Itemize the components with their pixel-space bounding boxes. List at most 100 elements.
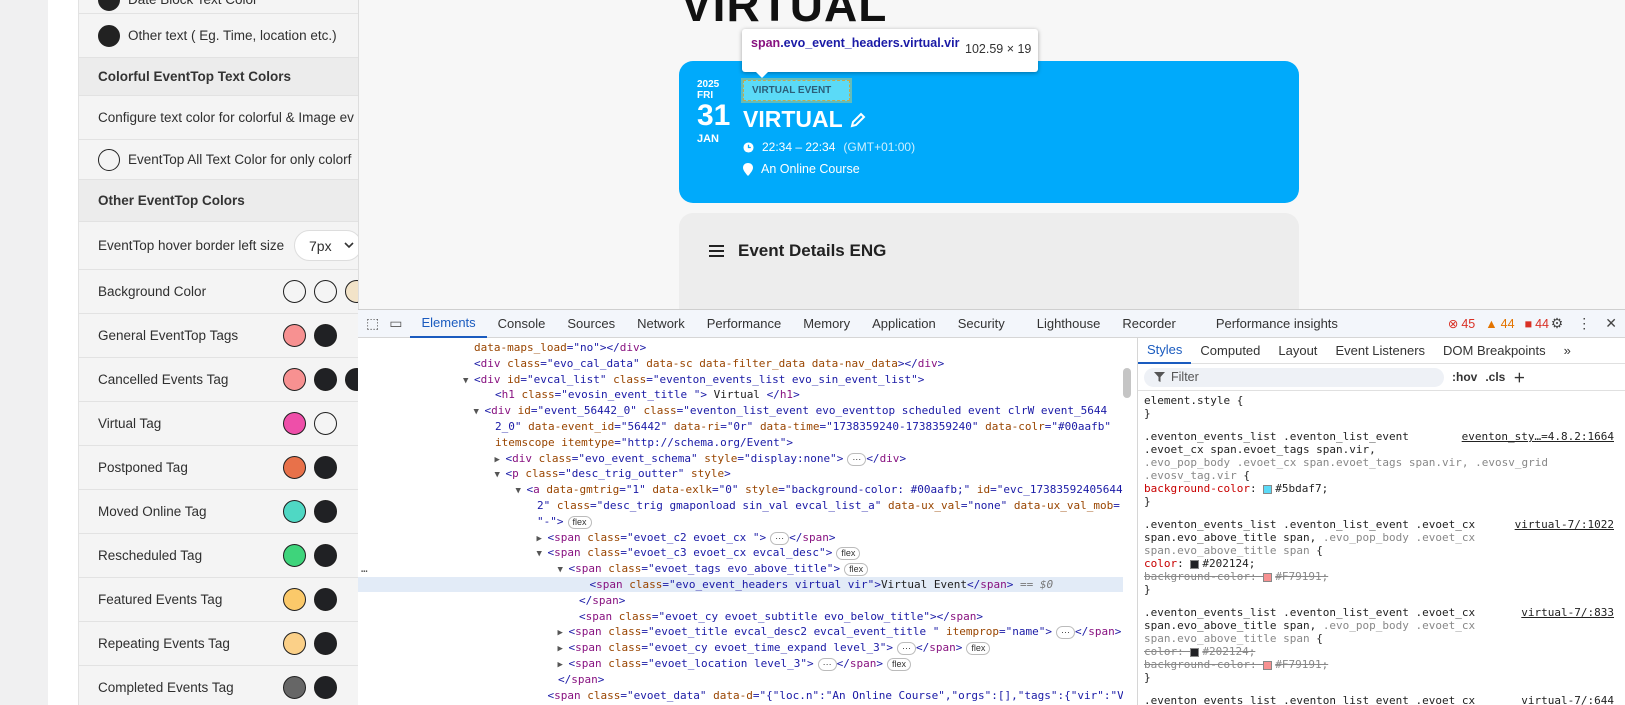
color-swatch[interactable] [283, 588, 306, 611]
expand-triangle-icon[interactable]: ▼ [558, 563, 569, 578]
expand-triangle-icon[interactable] [463, 342, 474, 357]
more-tabs-icon[interactable]: » [1555, 338, 1580, 364]
new-rule-icon[interactable]: ＋ [1513, 369, 1525, 386]
dom-node-line[interactable]: ▼ <span class="evoet_tags evo_above_title… [358, 561, 869, 578]
styles-subtab[interactable]: DOM Breakpoints [1434, 338, 1555, 364]
expand-triangle-icon[interactable]: ▼ [495, 468, 506, 483]
dom-node-line[interactable]: itemscope itemtype="http://schema.org/Ev… [358, 435, 793, 450]
expand-triangle-icon[interactable]: ▼ [537, 547, 548, 562]
css-rule[interactable]: .eventon_events_list .eventon_list_event… [1144, 430, 1614, 508]
expand-triangle-icon[interactable]: ▶ [537, 532, 548, 547]
expand-triangle-icon[interactable]: ▼ [516, 484, 527, 499]
dom-node-line[interactable]: "-"> flex [358, 514, 592, 529]
dom-node-line[interactable]: ▶ <span class="evoet_cy evoet_time_expand… [358, 640, 991, 656]
dom-node-line[interactable]: ▼ <div id="event_56442_0" class="eventon_… [358, 403, 1108, 420]
inspect-element-icon[interactable]: ⬚ [366, 315, 379, 332]
dom-node-line[interactable]: ▼ <p class="desc_trig_outter" style> [358, 466, 731, 481]
errors-badge[interactable]: ⊗ 45 [1448, 316, 1475, 332]
devtools-tab[interactable]: Application [861, 310, 947, 338]
event-card[interactable]: 2025 FRI 31 JAN VIRTUAL EVENT VIRTUAL 22… [679, 61, 1299, 203]
css-source-link[interactable]: eventon_sty…=4.8.2:1664 [1462, 430, 1614, 443]
expand-triangle-icon[interactable] [568, 611, 579, 626]
color-swatch[interactable] [314, 368, 337, 391]
expand-triangle-icon[interactable]: ▼ [463, 374, 474, 389]
expand-triangle-icon[interactable] [463, 358, 474, 373]
expand-triangle-icon[interactable]: ▶ [495, 453, 506, 468]
styles-subtab[interactable]: Computed [1191, 338, 1269, 364]
color-swatch[interactable] [283, 456, 306, 479]
color-swatch[interactable] [314, 500, 337, 523]
dom-node-line[interactable]: <span class="evoet_data" data-d="{"loc.n… [358, 688, 1124, 705]
color-swatch[interactable] [283, 412, 306, 435]
devtools-tab[interactable]: Recorder [1111, 310, 1186, 338]
dom-node-line[interactable]: </span> [358, 593, 625, 608]
devtools-tab[interactable]: Security [947, 310, 1016, 338]
dom-node-line[interactable]: <span class="evoet_cy evoet_subtitle evo… [358, 609, 983, 624]
expand-triangle-icon[interactable] [484, 421, 495, 436]
dom-node-line[interactable]: <div class="evo_cal_data" data-sc data-f… [358, 356, 944, 371]
expand-triangle-icon[interactable]: ▶ [558, 658, 569, 673]
issues-badge[interactable]: ■ 44 [1525, 317, 1549, 331]
color-swatch[interactable] [283, 632, 306, 655]
color-swatch[interactable] [283, 280, 306, 303]
settings-radio-label[interactable]: Other text ( Eg. Time, location etc.) [98, 24, 337, 47]
hov-button[interactable]: :hov [1452, 370, 1477, 384]
dom-node-line[interactable]: </span> [358, 672, 604, 687]
dom-node-line[interactable]: <span class="evo_event_headers virtual v… [358, 577, 1123, 592]
expand-triangle-icon[interactable] [579, 579, 590, 594]
color-swatch[interactable] [314, 412, 337, 435]
dom-node-line[interactable]: 2_0" data-event_id="56442" data-ri="0r" … [358, 419, 1111, 434]
devtools-tab[interactable]: Elements [410, 310, 487, 338]
dom-node-line[interactable]: ▶ <div class="evo_event_schema" style="di… [358, 451, 906, 466]
dom-node-line[interactable]: ▶ <span class="evoet_location level_3"> ··… [358, 656, 911, 671]
expand-triangle-icon[interactable]: ▼ [474, 405, 485, 420]
color-circle[interactable] [98, 148, 120, 171]
dom-node-line[interactable]: <h1 class="evosin_event_title "> Virtual… [358, 387, 800, 402]
css-rule[interactable]: .eventon_events_list .eventon_list_event… [1144, 606, 1614, 684]
expand-triangle-icon[interactable] [568, 595, 579, 610]
color-swatch[interactable] [314, 632, 337, 655]
expand-triangle-icon[interactable] [484, 437, 495, 452]
color-swatch[interactable] [283, 500, 306, 523]
dom-node-line[interactable]: ▶ <span class="evoet_c2 evoet_cx "> ··· </s… [358, 530, 835, 545]
warnings-badge[interactable]: ▲ 44 [1485, 317, 1514, 331]
devtools-status[interactable]: ⊗ 45 ▲ 44 ■ 44 [1448, 316, 1549, 332]
dom-node-line[interactable]: ▶ <span class="evoet_title evcal_desc2 ev… [358, 624, 1121, 641]
virtual-event-tag[interactable]: VIRTUAL EVENT [743, 80, 850, 101]
color-swatch[interactable] [314, 588, 337, 611]
styles-subtab[interactable]: Layout [1269, 338, 1326, 364]
expand-triangle-icon[interactable]: ▶ [558, 626, 569, 641]
color-swatch[interactable] [314, 280, 337, 303]
hover-border-size-select[interactable]: 7px [294, 230, 360, 261]
devtools-tab[interactable]: Network [626, 310, 696, 338]
expand-triangle-icon[interactable] [547, 674, 558, 689]
more-options-icon[interactable]: ⋮ [1577, 315, 1591, 332]
elements-scrollbar[interactable] [1123, 368, 1131, 398]
devtools-tab[interactable]: Sources [556, 310, 626, 338]
elements-tree[interactable]: … data-maps_load="no"></div> <div class=… [358, 338, 1123, 705]
settings-radio-label[interactable]: EventTop All Text Color for only colorf [98, 148, 351, 171]
expand-triangle-icon[interactable] [526, 500, 537, 515]
expand-triangle-icon[interactable] [537, 690, 548, 705]
dom-node-line[interactable]: ▼ <span class="evoet_c3 evoet_cx evcal_de… [358, 545, 861, 562]
device-toolbar-icon[interactable]: ▭ [389, 315, 402, 332]
css-rule[interactable]: element.style {} [1144, 394, 1614, 420]
devtools-tab[interactable]: Performance insights [1205, 310, 1349, 338]
devtools-tab[interactable]: Performance [696, 310, 792, 338]
color-swatch[interactable] [314, 544, 337, 567]
color-swatch[interactable] [283, 324, 306, 347]
css-rule[interactable]: .eventon_events_list .eventon_list_event… [1144, 694, 1614, 705]
color-swatch[interactable] [314, 456, 337, 479]
color-circle[interactable] [98, 24, 120, 47]
color-swatch[interactable] [283, 676, 306, 699]
dom-node-line[interactable]: ▼ <a data-gmtrig="1" data-exlk="0" style=… [358, 482, 1123, 497]
close-icon[interactable]: ✕ [1605, 315, 1617, 332]
css-source-link[interactable]: virtual-7/:833 [1521, 606, 1614, 619]
color-circle[interactable] [98, 0, 120, 11]
dom-node-line[interactable]: 2" class="desc_trig gmaponload sin_val e… [358, 498, 1120, 513]
devtools-tab[interactable]: Memory [792, 310, 861, 338]
expand-triangle-icon[interactable] [484, 389, 495, 404]
css-source-link[interactable]: virtual-7/:1022 [1515, 518, 1614, 531]
expand-triangle-icon[interactable] [526, 516, 537, 531]
css-source-link[interactable]: virtual-7/:644 [1521, 694, 1614, 705]
